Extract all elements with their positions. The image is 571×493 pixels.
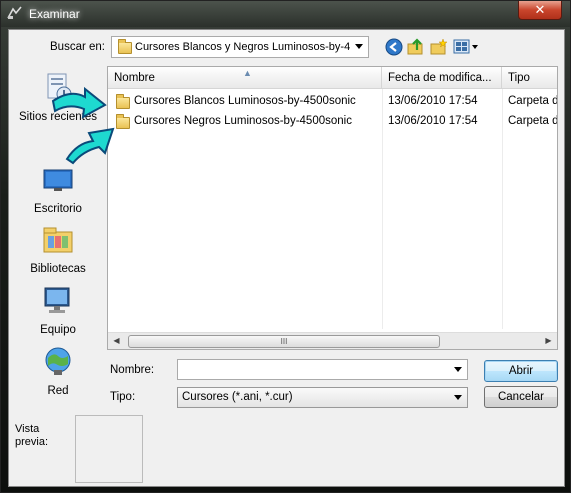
look-in-label: Buscar en: — [50, 41, 105, 53]
place-label: Red — [47, 385, 69, 397]
place-desktop[interactable]: Escritorio — [11, 164, 105, 215]
folder-icon — [116, 114, 130, 129]
file-name: Cursores Blancos Luminosos-by-4500sonic — [134, 95, 356, 107]
computer-icon — [44, 287, 70, 313]
title-bar[interactable]: Examinar ✕ — [1, 1, 570, 27]
file-name-label: Nombre: — [110, 364, 155, 376]
file-type: Carpeta de — [508, 115, 558, 127]
sort-ascending-icon: ▲ — [243, 68, 252, 78]
look-in-combo[interactable]: Cursores Blancos y Negros Luminosos-by-4… — [111, 36, 369, 58]
file-type: Carpeta de — [508, 95, 558, 107]
place-label: Bibliotecas — [30, 263, 86, 275]
horizontal-scrollbar[interactable]: ◀ III ▶ — [108, 332, 557, 349]
scroll-thumb[interactable]: III — [128, 335, 440, 348]
cancel-button[interactable]: Cancelar — [484, 386, 558, 408]
column-header-bar: Nombre ▲ Fecha de modifica... Tipo — [108, 67, 557, 89]
dialog-window: Examinar ✕ Buscar en: Cursores Blancos y… — [0, 0, 571, 493]
file-type-value: Cursores (*.ani, *.cur) — [182, 391, 293, 403]
scroll-grip: III — [280, 337, 288, 346]
preview-box — [75, 415, 143, 483]
file-name: Cursores Negros Luminosos-by-4500sonic — [134, 115, 352, 127]
back-icon[interactable] — [385, 38, 403, 56]
place-label: Escritorio — [34, 203, 82, 215]
views-menu-icon[interactable] — [453, 38, 479, 56]
window-title: Examinar — [29, 7, 80, 21]
preview-label: Vista previa: — [15, 423, 48, 449]
up-folder-icon[interactable] — [407, 38, 425, 56]
scroll-left-icon[interactable]: ◀ — [108, 333, 125, 349]
close-icon: ✕ — [534, 2, 546, 17]
place-label: Equipo — [40, 324, 76, 336]
cursor-arrow-icon — [51, 86, 107, 119]
libraries-icon — [43, 227, 73, 253]
file-type-select[interactable]: Cursores (*.ani, *.cur) — [177, 387, 468, 408]
file-type-label: Tipo: — [110, 391, 136, 403]
folder-icon — [118, 39, 132, 54]
file-row[interactable]: Cursores Negros Luminosos-by-4500sonic 1… — [108, 112, 557, 132]
file-date: 13/06/2010 17:54 — [388, 115, 478, 127]
file-list[interactable]: Nombre ▲ Fecha de modifica... Tipo Curso… — [107, 66, 558, 350]
chevron-down-icon[interactable] — [355, 44, 363, 49]
column-header-date[interactable]: Fecha de modifica... — [382, 67, 502, 89]
place-network[interactable]: Red — [11, 346, 105, 397]
look-in-value: Cursores Blancos y Negros Luminosos-by-4… — [135, 41, 350, 53]
file-row[interactable]: Cursores Blancos Luminosos-by-4500sonic … — [108, 92, 557, 112]
place-computer[interactable]: Equipo — [11, 285, 105, 336]
app-icon — [7, 6, 22, 19]
chevron-down-icon[interactable] — [454, 367, 462, 372]
close-button[interactable]: ✕ — [518, 1, 562, 20]
folder-icon — [116, 94, 130, 109]
desktop-icon — [43, 169, 73, 191]
preview-label-line1: Vista — [15, 423, 40, 435]
file-name-input[interactable] — [177, 359, 468, 380]
network-icon — [45, 347, 71, 375]
file-date: 13/06/2010 17:54 — [388, 95, 478, 107]
chevron-down-icon[interactable] — [454, 395, 462, 400]
scroll-right-icon[interactable]: ▶ — [540, 333, 557, 349]
cursor-arrow-icon — [65, 127, 115, 165]
open-button[interactable]: Abrir — [484, 360, 558, 382]
place-libraries[interactable]: Bibliotecas — [11, 224, 105, 275]
column-header-type[interactable]: Tipo — [502, 67, 557, 89]
new-folder-icon[interactable] — [430, 38, 448, 56]
preview-label-line2: previa: — [15, 436, 49, 448]
